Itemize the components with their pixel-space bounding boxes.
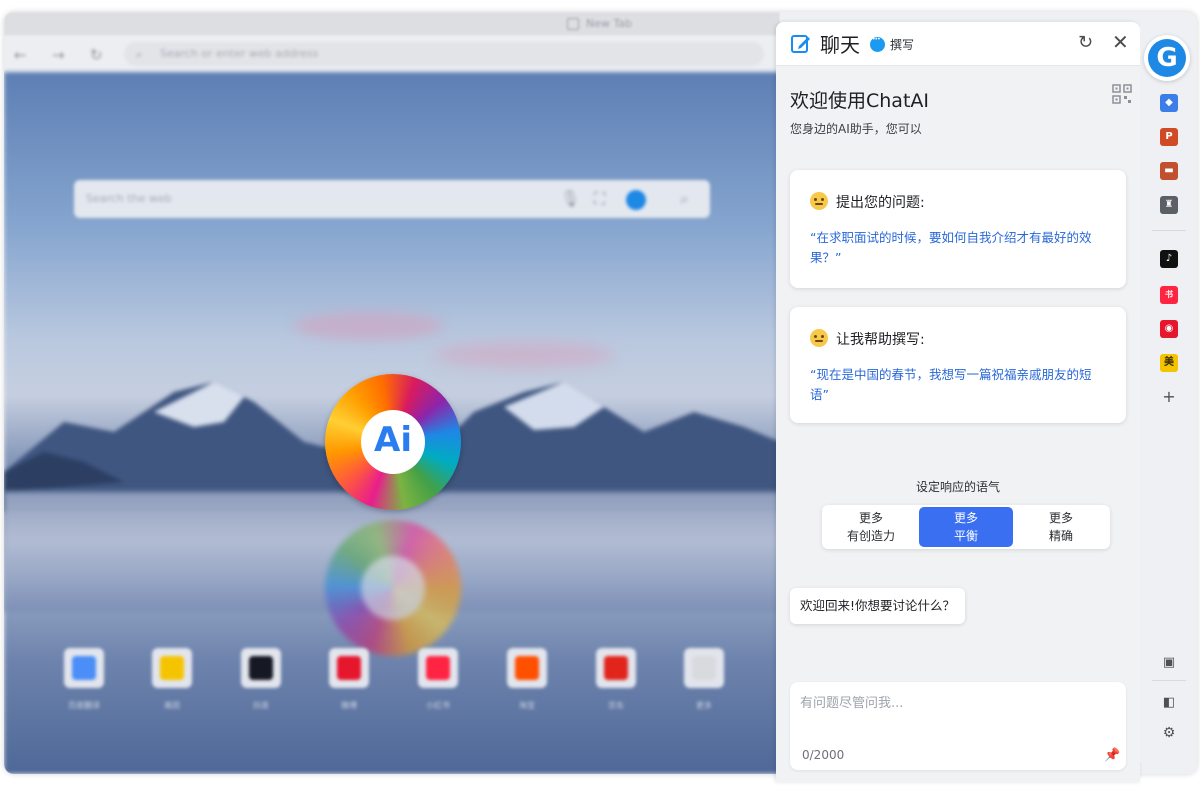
shortcut-label: 淘宝 xyxy=(519,701,535,710)
tone-line: 平衡 xyxy=(953,529,978,543)
forward-icon[interactable]: → xyxy=(52,46,65,64)
tab-title: New Tab xyxy=(586,17,633,30)
shortcut-tile[interactable]: 京东 xyxy=(596,648,636,710)
tab-page-icon xyxy=(567,18,579,30)
browser-background: New Tab ← → ↻ ⌕ Search or enter web addr… xyxy=(4,12,780,774)
image-search-icon[interactable]: ⛶ xyxy=(594,189,605,209)
shortcut-tile[interactable]: 抖音 xyxy=(241,648,281,710)
sidebar-logo[interactable]: G xyxy=(1144,35,1190,81)
chat-input[interactable] xyxy=(800,692,1116,732)
shortcut-icon xyxy=(337,656,361,680)
tag-icon[interactable]: ◆ xyxy=(1160,94,1178,112)
search-icon: ⌕ xyxy=(136,48,143,61)
divider xyxy=(1152,230,1186,231)
qr-code-icon[interactable] xyxy=(1112,84,1132,104)
chat-panel: 聊天 撰写 ↻ ✕ 欢迎使用ChatAI 您身边的AI助手，您可以 提出您的问题… xyxy=(776,22,1140,782)
back-icon[interactable]: ← xyxy=(14,46,27,64)
shortcut-label: 抖音 xyxy=(253,701,269,710)
shortcut-icon xyxy=(515,656,539,680)
panel-header: 聊天 撰写 ↻ ✕ xyxy=(776,22,1140,66)
powerpoint-icon[interactable]: P xyxy=(1160,128,1178,146)
search-icon[interactable]: ⌕ xyxy=(680,189,689,209)
refresh-icon[interactable]: ↻ xyxy=(1078,32,1093,53)
smile-emoji-icon xyxy=(810,329,828,347)
microphone-icon[interactable]: 🎙 xyxy=(560,189,580,208)
tone-line: 有创造力 xyxy=(846,529,895,543)
shortcut-icon xyxy=(426,656,450,680)
compose-icon xyxy=(870,36,885,52)
browser-titlebar: New Tab xyxy=(4,12,780,36)
tone-selector: 更多 有创造力 更多 平衡 更多 精确 xyxy=(822,505,1110,549)
screen-capture-icon[interactable]: ▣ xyxy=(1160,654,1178,672)
close-icon[interactable]: ✕ xyxy=(1112,30,1129,54)
tiktok-icon[interactable]: ♪ xyxy=(1160,250,1178,268)
split-view-icon[interactable]: ◧ xyxy=(1160,694,1178,712)
tone-precise-button[interactable]: 更多 精确 xyxy=(1014,507,1108,547)
tone-label: 设定响应的语气 xyxy=(915,480,1000,494)
shortcut-label: 京东 xyxy=(608,701,624,710)
app-sidebar: G ◆ P ▬ ♜ ♪ 书 ◉ 美 + ▣ ◧ ⚙ xyxy=(1140,22,1197,762)
toolbox-icon[interactable]: ▬ xyxy=(1160,162,1178,180)
card-example[interactable]: “现在是中国的春节，我想写一篇祝福亲戚朋友的短语” xyxy=(810,365,1110,405)
shortcut-icon xyxy=(249,656,273,680)
cloud xyxy=(294,312,444,340)
pin-icon[interactable]: 📌 xyxy=(1104,748,1120,763)
search-placeholder: Search the web xyxy=(86,192,172,205)
divider xyxy=(1152,680,1186,681)
shortcut-icon xyxy=(72,656,96,680)
shortcut-tile[interactable]: 微博 xyxy=(329,648,369,710)
tone-line: 精确 xyxy=(1048,529,1073,543)
shortcut-label: 百度翻译 xyxy=(68,701,100,710)
add-app-icon[interactable]: + xyxy=(1160,388,1178,406)
tone-creative-button[interactable]: 更多 有创造力 xyxy=(824,507,918,547)
welcome-subtitle: 您身边的AI助手，您可以 xyxy=(790,122,922,136)
chat-input-box: 0/2000 📌 xyxy=(790,682,1126,770)
xiaohongshu-icon[interactable]: 书 xyxy=(1160,286,1178,304)
ai-logo-text: Ai xyxy=(374,420,412,460)
tab-compose[interactable]: 撰写 xyxy=(890,36,914,53)
shortcut-tile[interactable]: 小红书 xyxy=(418,648,458,710)
url-placeholder: Search or enter web address xyxy=(160,47,319,60)
tone-balanced-button[interactable]: 更多 平衡 xyxy=(919,507,1013,547)
chess-icon[interactable]: ♜ xyxy=(1160,196,1178,214)
g-logo-icon xyxy=(626,190,646,210)
suggestion-card-question[interactable]: 提出您的问题: “在求职面试的时候，要如何自我介绍才有最好的效果？” xyxy=(790,170,1126,288)
welcome-title: 欢迎使用ChatAI xyxy=(790,90,930,112)
shortcut-tile[interactable]: 百度翻译 xyxy=(64,648,104,710)
char-counter: 0/2000 xyxy=(802,748,845,762)
meituan-icon[interactable]: 美 xyxy=(1160,354,1178,372)
suggestion-card-write[interactable]: 让我帮助撰写: “现在是中国的春节，我想写一篇祝福亲戚朋友的短语” xyxy=(790,307,1126,423)
tone-line: 更多 xyxy=(858,511,883,525)
shortcut-label: 美团 xyxy=(164,701,180,710)
shortcut-icon xyxy=(692,656,716,680)
edit-icon[interactable] xyxy=(790,33,812,55)
shortcut-tile[interactable]: 更多 xyxy=(684,648,724,710)
ai-logo: Ai xyxy=(325,374,461,510)
address-bar: ← → ↻ ⌕ Search or enter web address xyxy=(4,36,780,72)
shortcut-label: 微博 xyxy=(341,701,357,710)
shortcut-label: 小红书 xyxy=(426,701,450,710)
shortcut-tile[interactable]: 美团 xyxy=(152,648,192,710)
card-title: 提出您的问题: xyxy=(836,195,925,211)
shortcut-label: 更多 xyxy=(696,701,712,710)
thinking-emoji-icon xyxy=(810,192,828,210)
shortcut-icon xyxy=(160,656,184,680)
tab-chat[interactable]: 聊天 xyxy=(820,29,860,58)
reload-icon[interactable]: ↻ xyxy=(90,46,103,64)
new-tab-search[interactable]: Search the web 🎙 ⛶ ⌕ xyxy=(74,180,710,218)
shortcut-tile[interactable]: 淘宝 xyxy=(507,648,547,710)
tone-line: 更多 xyxy=(953,511,978,525)
gear-icon[interactable]: ⚙ xyxy=(1160,724,1178,742)
ai-logo-reflection xyxy=(325,520,461,656)
shortcut-icon xyxy=(604,656,628,680)
weibo-icon[interactable]: ◉ xyxy=(1160,320,1178,338)
assistant-message: 欢迎回来!你想要讨论什么？ xyxy=(790,588,966,624)
card-example[interactable]: “在求职面试的时候，要如何自我介绍才有最好的效果？” xyxy=(810,228,1110,268)
card-title: 让我帮助撰写: xyxy=(836,332,925,348)
tone-line: 更多 xyxy=(1048,511,1073,525)
g-logo-icon: G xyxy=(1156,43,1178,73)
